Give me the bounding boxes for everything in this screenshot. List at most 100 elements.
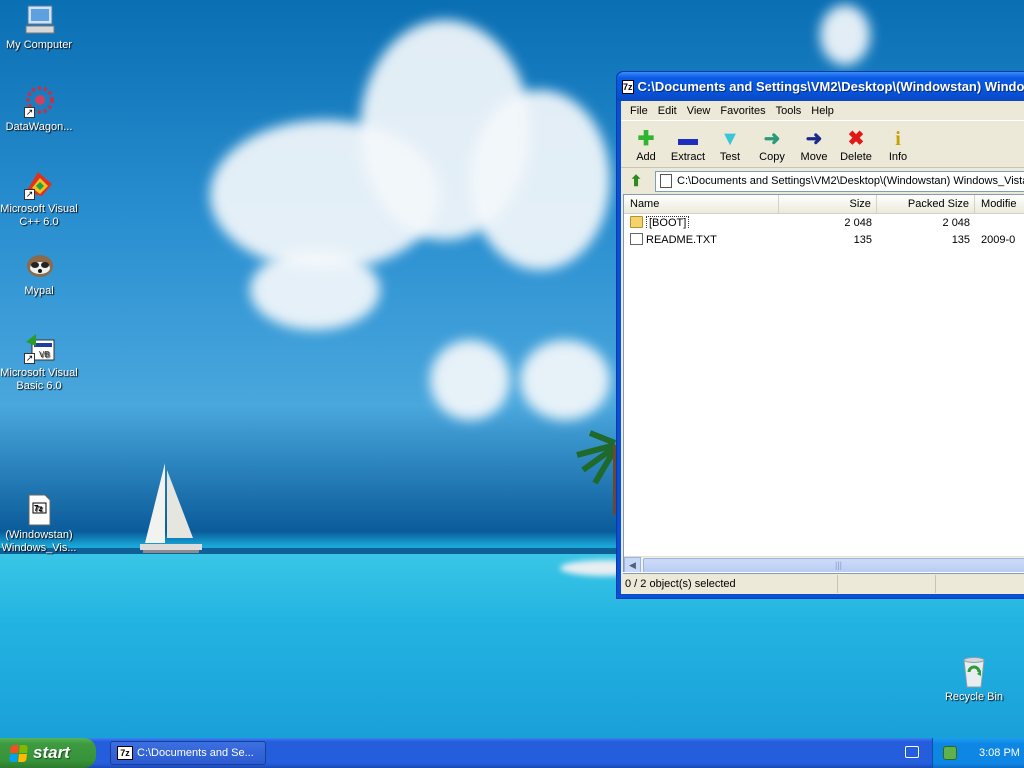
shortcut-arrow-icon: ↗ bbox=[24, 107, 35, 118]
start-button[interactable]: start bbox=[0, 738, 96, 768]
scrollbar-thumb[interactable]: ||| bbox=[643, 557, 1024, 573]
taskbar-button-label: C:\Documents and Se... bbox=[137, 747, 254, 759]
menu-view[interactable]: View bbox=[682, 105, 716, 117]
shortcut-arrow-icon: ↗ bbox=[24, 353, 35, 364]
desktop-icon-label: Mypal bbox=[24, 285, 54, 297]
status-pane bbox=[838, 574, 937, 593]
clock[interactable]: 3:08 PM bbox=[979, 747, 1020, 759]
archive-small-icon bbox=[660, 174, 672, 188]
wallpaper-cloud bbox=[520, 340, 610, 420]
menu-tools[interactable]: Tools bbox=[771, 105, 807, 117]
network-icon[interactable] bbox=[943, 746, 957, 760]
up-arrow-icon: ⬆ bbox=[629, 173, 643, 190]
address-field[interactable]: C:\Documents and Settings\VM2\Desktop\(W… bbox=[655, 170, 1024, 192]
text-file-icon bbox=[630, 233, 643, 245]
svg-text:7z: 7z bbox=[34, 504, 42, 513]
extract-icon: ▬ bbox=[678, 128, 698, 150]
menu-favorites[interactable]: Favorites bbox=[715, 105, 770, 117]
taskbar: start 7z C:\Documents and Se... 3:08 PM bbox=[0, 738, 1024, 768]
windows-logo-icon bbox=[9, 744, 28, 762]
menu-help[interactable]: Help bbox=[806, 105, 839, 117]
recycle-bin-icon bbox=[957, 656, 991, 688]
status-pane bbox=[936, 575, 1024, 593]
wallpaper-cloud bbox=[820, 5, 870, 65]
row-name: [BOOT] bbox=[646, 216, 690, 229]
row-size: 2 048 bbox=[844, 216, 872, 229]
info-button-label: Info bbox=[888, 151, 908, 163]
taskbar-button-7zip[interactable]: 7z C:\Documents and Se... bbox=[110, 741, 266, 765]
row-name-cell: README.TXT bbox=[624, 233, 779, 246]
desktop-icon-label: My Computer bbox=[5, 39, 73, 51]
copy-icon: ➜ bbox=[763, 128, 781, 150]
desktop-icon-visual-cpp[interactable]: ↗ Microsoft Visual C++ 6.0 bbox=[0, 168, 78, 229]
visual-cpp-icon: ↗ bbox=[22, 168, 56, 200]
desktop-icon-datawagon[interactable]: ↗ DataWagon... bbox=[0, 86, 78, 134]
desktop-icon-7z-archive[interactable]: 7z (Windowstan) Windows_Vis... bbox=[0, 494, 78, 555]
7zip-app-icon: 7z bbox=[117, 746, 133, 760]
address-text: C:\Documents and Settings\VM2\Desktop\(W… bbox=[677, 175, 1024, 187]
folder-icon bbox=[630, 216, 643, 228]
system-tray: 3:08 PM bbox=[932, 738, 1024, 768]
info-icon: i bbox=[895, 128, 901, 150]
menu-file[interactable]: File bbox=[625, 105, 653, 117]
add-button-label: Add bbox=[636, 151, 656, 163]
desktop-icon-my-computer[interactable]: My Computer bbox=[0, 4, 78, 52]
file-list-header: Name Size Packed Size Modifie bbox=[624, 195, 1024, 214]
window-title: C:\Documents and Settings\VM2\Desktop\(W… bbox=[637, 79, 1024, 94]
extract-button[interactable]: ▬ Extract bbox=[667, 127, 709, 167]
desktop-icon-label: DataWagon... bbox=[5, 121, 73, 133]
visual-basic-icon: VB ↗ bbox=[22, 332, 56, 364]
desktop-icon-visual-basic[interactable]: VB ↗ Microsoft Visual Basic 6.0 bbox=[0, 332, 78, 393]
mypal-icon bbox=[22, 250, 56, 282]
palm-tree-image bbox=[576, 430, 619, 515]
test-button-label: Test bbox=[719, 151, 741, 163]
window-body: File Edit View Favorites Tools Help ✚ Ad… bbox=[621, 101, 1024, 594]
copy-button-label: Copy bbox=[759, 151, 785, 163]
status-bar: 0 / 2 object(s) selected bbox=[621, 572, 1024, 594]
test-button[interactable]: ▼ Test bbox=[709, 127, 751, 167]
address-bar: ⬆ C:\Documents and Settings\VM2\Desktop\… bbox=[621, 168, 1024, 194]
desktop-icon-label: (Windowstan) Windows_Vis... bbox=[1, 529, 77, 554]
row-name-cell: [BOOT] bbox=[624, 216, 779, 229]
desktop-icon-label: Microsoft Visual Basic 6.0 bbox=[0, 367, 78, 392]
window-titlebar[interactable]: 7z C:\Documents and Settings\VM2\Desktop… bbox=[617, 72, 1024, 101]
add-button[interactable]: ✚ Add bbox=[625, 127, 667, 167]
move-icon: ➜ bbox=[805, 128, 823, 150]
table-row[interactable]: [BOOT] 2 048 2 048 bbox=[624, 214, 1024, 231]
column-modified[interactable]: Modifie bbox=[975, 195, 1024, 213]
column-size[interactable]: Size bbox=[779, 195, 877, 213]
chevron-left-icon: ◀ bbox=[629, 559, 636, 570]
wallpaper-cloud bbox=[470, 90, 610, 270]
delete-icon: ✖ bbox=[847, 128, 865, 150]
row-modified: 2009-0 bbox=[981, 233, 1016, 246]
wallpaper-cloud bbox=[250, 250, 380, 330]
table-row[interactable]: README.TXT 135 135 2009-0 bbox=[624, 231, 1024, 248]
file-list[interactable]: Name Size Packed Size Modifie [BOOT] 2 0… bbox=[623, 194, 1024, 574]
column-packed-size[interactable]: Packed Size bbox=[877, 195, 976, 213]
menu-bar: File Edit View Favorites Tools Help bbox=[621, 101, 1024, 120]
delete-button-label: Delete bbox=[840, 151, 872, 163]
scroll-left-button[interactable]: ◀ bbox=[624, 557, 641, 573]
horizontal-scrollbar[interactable]: ◀ ||| bbox=[624, 556, 1024, 573]
wallpaper-cloud bbox=[430, 340, 510, 420]
shortcut-arrow-icon: ↗ bbox=[24, 189, 35, 200]
add-icon: ✚ bbox=[637, 128, 655, 150]
up-folder-button[interactable]: ⬆ bbox=[625, 171, 647, 191]
svg-text:VB: VB bbox=[39, 350, 50, 359]
desktop-icon-label: Microsoft Visual C++ 6.0 bbox=[0, 203, 78, 228]
move-button[interactable]: ➜ Move bbox=[793, 127, 835, 167]
keyboard-icon[interactable] bbox=[905, 746, 919, 758]
row-packed-size: 135 bbox=[951, 233, 971, 246]
start-label: start bbox=[33, 743, 70, 762]
menu-edit[interactable]: Edit bbox=[653, 105, 682, 117]
file-manager-window[interactable]: 7z C:\Documents and Settings\VM2\Desktop… bbox=[616, 71, 1024, 599]
delete-button[interactable]: ✖ Delete bbox=[835, 127, 877, 167]
extract-button-label: Extract bbox=[670, 151, 706, 163]
desktop-icon-mypal[interactable]: Mypal bbox=[0, 250, 78, 298]
desktop-icon-recycle-bin[interactable]: Recycle Bin bbox=[935, 656, 1013, 704]
info-button[interactable]: i Info bbox=[877, 127, 919, 167]
desktop-icon-label: Recycle Bin bbox=[944, 691, 1004, 703]
7z-archive-icon: 7z bbox=[22, 494, 56, 526]
column-name[interactable]: Name bbox=[624, 195, 779, 213]
copy-button[interactable]: ➜ Copy bbox=[751, 127, 793, 167]
